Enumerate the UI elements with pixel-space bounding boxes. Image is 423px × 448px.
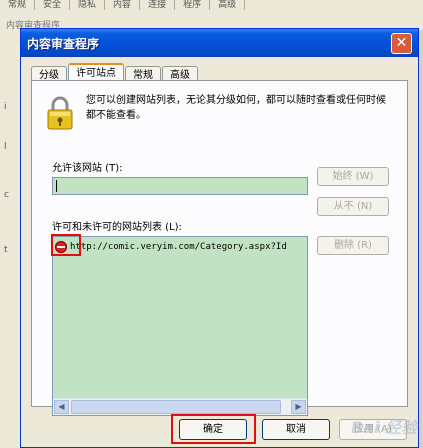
- close-icon: ✕: [395, 34, 408, 51]
- parent-window-header: 常规 安全 隐私 内容 连接 程序 高级 内容审查程序: [0, 0, 423, 31]
- site-url: http://comic.veryim.com/Category.aspx?Id: [70, 242, 287, 252]
- parent-tab[interactable]: 内容: [105, 0, 141, 10]
- parent-tab[interactable]: 常规: [0, 0, 36, 10]
- scroll-left-icon[interactable]: ◀: [54, 400, 69, 414]
- close-button[interactable]: ✕: [391, 32, 412, 54]
- scroll-thumb[interactable]: [71, 400, 281, 414]
- parent-tab[interactable]: 连接: [140, 0, 176, 10]
- dialog-titlebar[interactable]: 内容审查程序 ✕: [21, 29, 418, 57]
- parent-tab[interactable]: 高级: [210, 0, 246, 10]
- lock-icon: [47, 96, 73, 130]
- watermark: Bai 经验: [350, 418, 417, 437]
- always-button[interactable]: 始终 (W): [317, 167, 389, 186]
- text-caret: [56, 180, 57, 192]
- parent-window-left-edge: i l c t: [0, 30, 21, 448]
- remove-button[interactable]: 删除 (R): [317, 236, 389, 255]
- site-list[interactable]: http://comic.veryim.com/Category.aspx?Id…: [52, 236, 308, 416]
- horizontal-scrollbar[interactable]: ◀ ▶: [53, 398, 307, 415]
- approved-sites-description: 您可以创建网站列表，无论其分级如何，都可以随时查看或任何时候都不能查看。: [86, 95, 386, 121]
- parent-text-fragment: t: [4, 245, 8, 255]
- parent-tab[interactable]: 隐私: [70, 0, 106, 10]
- site-list-label: 许可和未许可的网站列表 (L):: [52, 222, 182, 233]
- approved-sites-panel: 您可以创建网站列表，无论其分级如何，都可以随时查看或任何时候都不能查看。 允许该…: [31, 80, 408, 416]
- highlight-box: [51, 234, 81, 256]
- cancel-button[interactable]: 取消: [262, 419, 330, 440]
- parent-text-fragment: c: [4, 190, 9, 200]
- parent-text-fragment: l: [4, 142, 7, 152]
- allow-site-label: 允许该网站 (T):: [52, 163, 123, 174]
- highlight-box: [171, 414, 256, 444]
- site-url-input[interactable]: [52, 177, 308, 195]
- parent-tab[interactable]: 安全: [35, 0, 71, 10]
- never-button[interactable]: 从不 (N): [317, 197, 389, 216]
- dialog-title: 内容审查程序: [27, 36, 100, 51]
- parent-tab-strip: 常规 安全 隐私 内容 连接 程序 高级: [0, 0, 246, 10]
- parent-tab[interactable]: 程序: [175, 0, 211, 10]
- list-item[interactable]: http://comic.veryim.com/Category.aspx?Id: [55, 241, 287, 253]
- parent-text-fragment: i: [4, 102, 7, 112]
- scroll-right-icon[interactable]: ▶: [291, 400, 306, 414]
- content-advisor-dialog: 内容审查程序 ✕ 分级 许可站点 常规 高级 您可以创建网站列表，无论其分级如何…: [20, 28, 419, 448]
